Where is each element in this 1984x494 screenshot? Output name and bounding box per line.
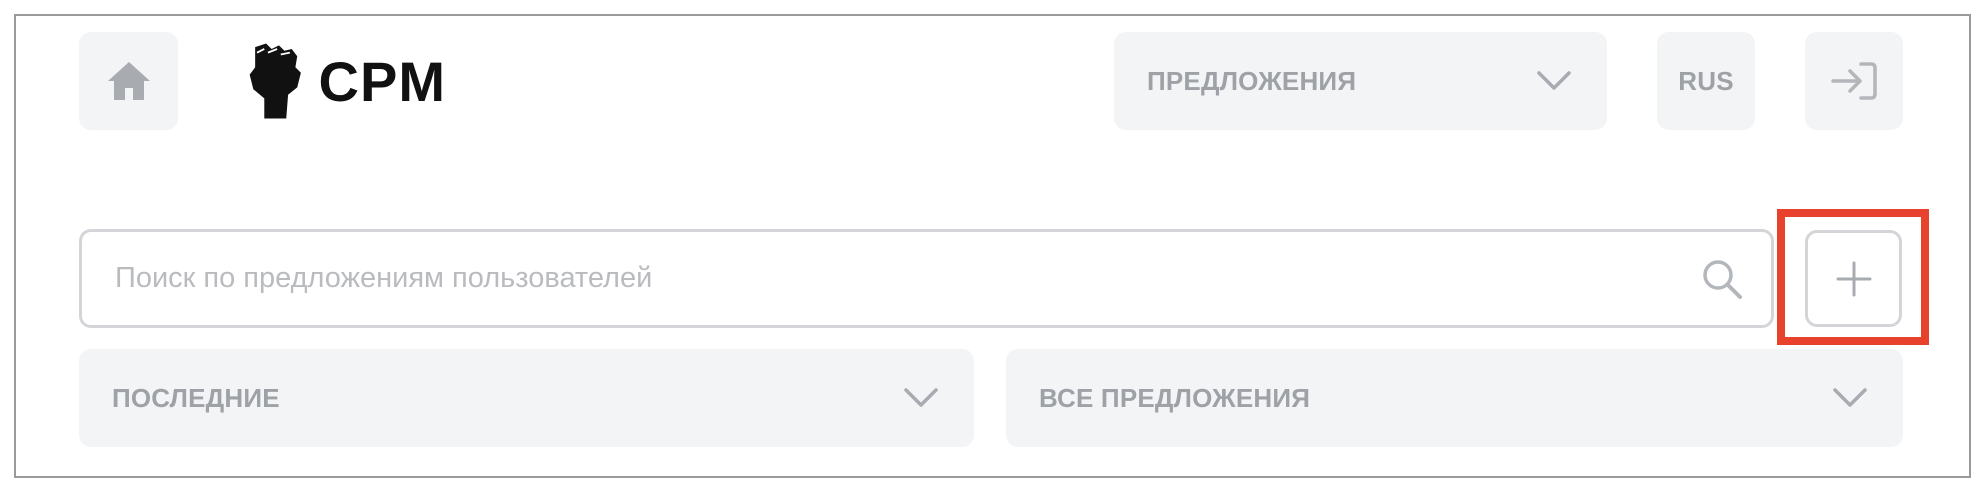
plus-icon (1836, 261, 1871, 296)
sign-in-icon (1831, 62, 1877, 100)
language-label: RUS (1678, 65, 1734, 96)
proposal-type-label: ВСЕ ПРЕДЛОЖЕНИЯ (1039, 382, 1311, 413)
sort-dropdown-label: ПОСЛЕДНИЕ (112, 382, 280, 413)
home-button[interactable] (79, 32, 178, 130)
sort-dropdown[interactable]: ПОСЛЕДНИЕ (79, 349, 974, 447)
add-proposal-button[interactable] (1805, 230, 1902, 327)
search-icon[interactable] (1701, 258, 1743, 300)
chevron-down-icon (1537, 71, 1571, 90)
fist-logo-icon (249, 43, 301, 119)
search-box[interactable] (79, 229, 1774, 328)
logo-text: CPM (318, 49, 446, 113)
search-input[interactable] (115, 262, 1615, 295)
chevron-down-icon (904, 388, 938, 407)
section-dropdown-label: ПРЕДЛОЖЕНИЯ (1147, 65, 1357, 96)
proposal-type-dropdown[interactable]: ВСЕ ПРЕДЛОЖЕНИЯ (1006, 349, 1903, 447)
home-icon (107, 62, 150, 100)
language-button[interactable]: RUS (1657, 32, 1755, 130)
logo[interactable]: CPM (246, 38, 446, 124)
section-dropdown[interactable]: ПРЕДЛОЖЕНИЯ (1114, 32, 1607, 130)
chevron-down-icon (1833, 388, 1867, 407)
login-button[interactable] (1805, 32, 1903, 130)
